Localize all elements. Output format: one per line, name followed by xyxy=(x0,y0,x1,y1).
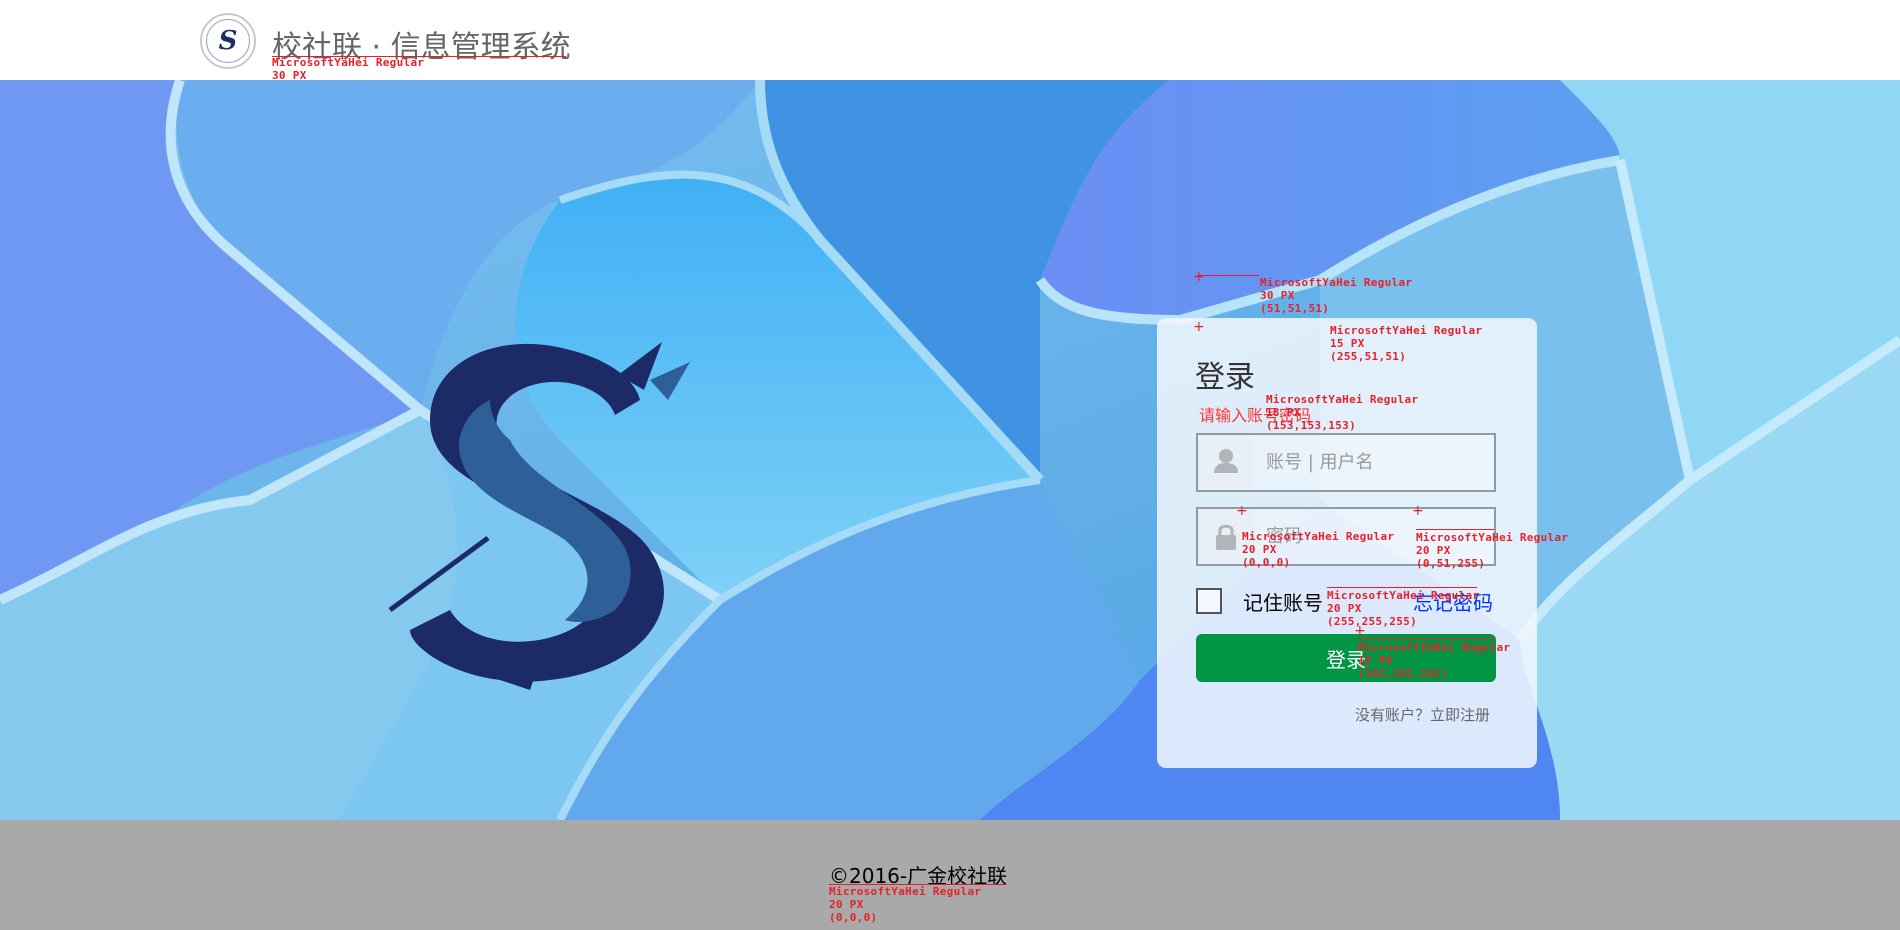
annotation-login-subtitle: MicrosoftYaHei Regular 15 PX (255,51,51) xyxy=(1330,324,1483,363)
annotation-underline xyxy=(1327,587,1477,588)
annotation-forgot: MicrosoftYaHei Regular 20 PX (0,51,255) xyxy=(1416,531,1569,570)
school-logo[interactable]: S xyxy=(200,13,256,69)
annotation-marker: + xyxy=(1193,269,1205,285)
annotation-remember: MicrosoftYaHei Regular 20 PX (0,0,0) xyxy=(1242,530,1395,569)
register-prompt-text: 没有账户？ xyxy=(1355,706,1431,724)
annotation-marker: + xyxy=(1354,623,1366,639)
annotation-register: MicrosoftYaHei Regular 15 PX (102,102,10… xyxy=(1358,641,1511,680)
remember-account-label[interactable]: 记住账号 xyxy=(1243,587,1323,616)
annotation-submit: MicrosoftYaHei Regular 20 PX (255,255,25… xyxy=(1327,589,1480,628)
register-link[interactable]: 立即注册 xyxy=(1430,706,1490,724)
username-field[interactable] xyxy=(1196,433,1496,492)
annotation-marker: + xyxy=(1193,319,1205,335)
user-icon xyxy=(1198,435,1254,490)
login-title: 登录 xyxy=(1195,360,1255,395)
annotation-login-title: MicrosoftYaHei Regular 30 PX (51,51,51) xyxy=(1260,276,1413,315)
annotation-underline xyxy=(1358,639,1494,640)
brand-s-logo-icon xyxy=(388,342,690,690)
footer: ©2016-广金校社联 MicrosoftYaHei Regular 20 PX… xyxy=(0,820,1900,930)
register-prompt: 没有账户？立即注册 xyxy=(1355,704,1490,725)
header-bar: S 校社联 · 信息管理系统 MicrosoftYaHei Regular 30… xyxy=(0,0,1900,95)
annotation-footer: MicrosoftYaHei Regular 20 PX (0,0,0) xyxy=(829,885,982,924)
annotation-underline xyxy=(1416,529,1494,530)
annotation-input-placeholder: MicrosoftYaHei Regular 18 PX (153,153,15… xyxy=(1266,393,1419,432)
wave-pattern-background xyxy=(0,80,1900,820)
logo-mark: S xyxy=(218,26,238,56)
username-input[interactable] xyxy=(1254,435,1494,490)
annotation-underline xyxy=(1197,275,1259,276)
annotation-marker: + xyxy=(1236,503,1248,519)
annotation-marker: + xyxy=(1412,503,1424,519)
hero-background: 登录 请输入账号密码 记住账号 忘记密码 登录 xyxy=(0,80,1900,820)
remember-account-checkbox[interactable] xyxy=(1196,588,1222,614)
